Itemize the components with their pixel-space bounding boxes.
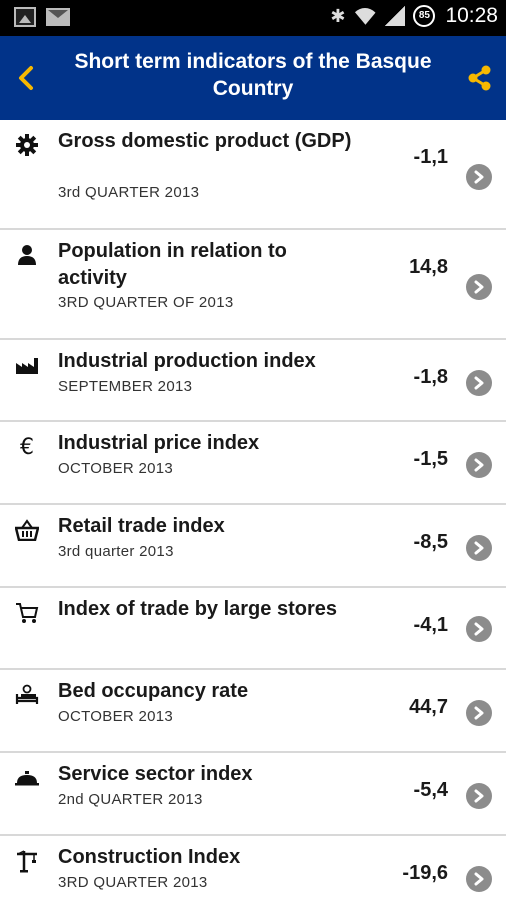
list-item-industrial-price[interactable]: € Industrial price index OCTOBER 2013 -1… bbox=[0, 422, 506, 505]
wifi-icon bbox=[353, 6, 377, 26]
share-button[interactable] bbox=[462, 50, 498, 106]
item-value: -1,5 bbox=[413, 448, 448, 470]
euro-icon: € bbox=[20, 434, 34, 460]
service-icon bbox=[14, 765, 40, 791]
item-title: Industrial production index bbox=[58, 350, 316, 372]
item-period: OCTOBER 2013 bbox=[58, 708, 174, 725]
item-title: Gross domestic product (GDP) bbox=[58, 130, 352, 152]
status-bar: ✱ 85 10:28 bbox=[0, 0, 506, 36]
chevron-right-icon[interactable] bbox=[466, 700, 492, 726]
chevron-right-icon[interactable] bbox=[466, 274, 492, 300]
item-value: 14,8 bbox=[409, 256, 448, 278]
item-value: -19,6 bbox=[402, 862, 448, 884]
list-item-population[interactable]: Population in relation to activity 3RD Q… bbox=[0, 230, 506, 340]
item-period: OCTOBER 2013 bbox=[58, 460, 174, 477]
cart-icon bbox=[14, 600, 40, 626]
signal-icon bbox=[385, 6, 406, 26]
chevron-left-icon bbox=[19, 66, 33, 90]
chevron-right-icon[interactable] bbox=[466, 535, 492, 561]
list-item-retail-trade[interactable]: Retail trade index 3rd quarter 2013 -8,5 bbox=[0, 505, 506, 588]
factory-icon bbox=[14, 352, 40, 378]
item-period: 3rd quarter 2013 bbox=[58, 543, 174, 560]
list-item-gdp[interactable]: Gross domestic product (GDP) 3rd QUARTER… bbox=[0, 120, 506, 230]
email-icon bbox=[46, 8, 70, 26]
status-time: 10:28 bbox=[445, 4, 498, 27]
item-value: -1,1 bbox=[413, 146, 448, 168]
indicator-list: Gross domestic product (GDP) 3rd QUARTER… bbox=[0, 120, 506, 920]
item-title: Retail trade index bbox=[58, 515, 225, 537]
item-value: -8,5 bbox=[413, 531, 448, 553]
item-period: 3RD QUARTER 2013 bbox=[58, 874, 208, 891]
item-title: Index of trade by large stores bbox=[58, 598, 337, 620]
item-value: -1,8 bbox=[413, 366, 448, 388]
app-header: Short term indicators of the Basque Coun… bbox=[0, 36, 506, 120]
item-period: 3RD QUARTER OF 2013 bbox=[58, 294, 234, 311]
item-title: Service sector index bbox=[58, 763, 253, 785]
battery-icon: 85 bbox=[413, 5, 436, 27]
list-item-construction[interactable]: Construction Index 3RD QUARTER 2013 -19,… bbox=[0, 836, 506, 920]
share-icon bbox=[468, 65, 491, 91]
item-value: -4,1 bbox=[413, 614, 448, 636]
list-item-bed-occupancy[interactable]: Bed occupancy rate OCTOBER 2013 44,7 bbox=[0, 670, 506, 753]
page-title: Short term indicators of the Basque Coun… bbox=[74, 50, 432, 100]
list-item-service-sector[interactable]: Service sector index 2nd QUARTER 2013 -5… bbox=[0, 753, 506, 836]
bed-icon bbox=[14, 682, 40, 708]
item-title: Construction Index bbox=[58, 846, 241, 868]
item-value: 44,7 bbox=[409, 696, 448, 718]
back-button[interactable] bbox=[8, 50, 44, 106]
chevron-right-icon[interactable] bbox=[466, 452, 492, 478]
chevron-right-icon[interactable] bbox=[466, 616, 492, 642]
list-item-industrial-production[interactable]: Industrial production index SEPTEMBER 20… bbox=[0, 340, 506, 422]
item-title: Population in relation to activity bbox=[58, 240, 287, 289]
chevron-right-icon[interactable] bbox=[466, 866, 492, 892]
notification-icons bbox=[14, 7, 70, 27]
gallery-icon bbox=[14, 7, 36, 27]
crane-icon bbox=[14, 848, 40, 874]
item-period: 3rd QUARTER 2013 bbox=[58, 184, 200, 201]
item-title: Industrial price index bbox=[58, 432, 260, 454]
bluetooth-icon: ✱ bbox=[330, 5, 346, 27]
chevron-right-icon[interactable] bbox=[466, 164, 492, 190]
item-value: -5,4 bbox=[413, 779, 448, 801]
item-title: Bed occupancy rate bbox=[58, 680, 249, 702]
basket-icon bbox=[14, 517, 40, 543]
list-item-large-stores[interactable]: Index of trade by large stores -4,1 bbox=[0, 588, 506, 670]
system-icons: ✱ 85 10:28 bbox=[330, 4, 498, 28]
item-period: 2nd QUARTER 2013 bbox=[58, 791, 203, 808]
item-period: SEPTEMBER 2013 bbox=[58, 378, 193, 395]
chevron-right-icon[interactable] bbox=[466, 370, 492, 396]
chevron-right-icon[interactable] bbox=[466, 783, 492, 809]
gear-icon bbox=[14, 132, 40, 158]
person-icon bbox=[14, 242, 40, 268]
